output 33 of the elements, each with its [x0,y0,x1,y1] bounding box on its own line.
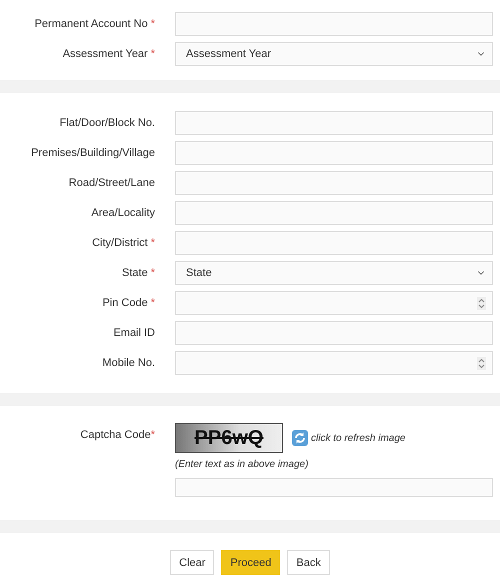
field-label: State * [121,266,155,281]
field-label: Flat/Door/Block No. [58,116,155,131]
select-field[interactable]: Assessment Year [175,42,493,66]
input-field[interactable] [175,201,493,225]
input-field[interactable] [175,12,493,36]
spinner-icon[interactable] [477,356,486,370]
field-label: Premises/Building/Village [30,146,155,161]
input-field[interactable] [175,111,493,135]
field-label: Pin Code * [101,296,155,311]
form-button[interactable]: Proceed [221,550,280,575]
spinner-icon[interactable] [477,296,486,310]
field-label: Assessment Year * [62,47,155,62]
form-button[interactable]: Back [287,550,330,575]
refresh-link[interactable]: click to refresh image [311,432,406,444]
field-label: Captcha Code* [79,428,155,443]
number-field[interactable] [175,291,493,315]
field-label: Email ID [112,326,155,341]
select-field[interactable]: State [175,261,493,285]
field-label: City/District * [91,236,155,251]
captcha-hint: (Enter text as in above image) [175,459,310,470]
captcha-field[interactable] [175,478,493,497]
input-field[interactable] [175,141,493,165]
refresh-icon[interactable] [291,429,309,447]
field-label: Area/Locality [90,206,155,221]
input-field[interactable] [175,231,493,255]
form-button[interactable]: Clear [170,550,214,575]
captcha-image: PP6wQ [175,423,283,453]
input-field[interactable] [175,321,493,345]
field-label: Permanent Account No * [34,17,155,32]
field-label: Mobile No. [101,356,155,371]
input-field[interactable] [175,171,493,195]
number-field[interactable] [175,351,493,375]
field-label: Road/Street/Lane [68,176,155,191]
